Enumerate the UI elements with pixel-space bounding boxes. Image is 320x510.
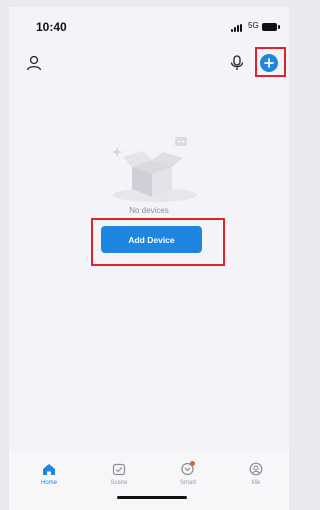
tab-me[interactable]: Me bbox=[226, 458, 286, 492]
home-icon bbox=[43, 464, 55, 475]
tab-scene[interactable]: Scene bbox=[89, 458, 149, 492]
empty-state-text: No devices bbox=[129, 206, 169, 215]
add-device-button[interactable]: Add Device bbox=[101, 226, 202, 253]
smart-icon bbox=[181, 461, 195, 476]
home-indicator bbox=[117, 496, 187, 499]
battery-icon bbox=[262, 23, 280, 31]
tab-smart[interactable]: Smart bbox=[158, 458, 218, 492]
highlight-box-add bbox=[255, 47, 286, 77]
phone-screen: 10:40 5G No devices Add Device Home Scen… bbox=[9, 7, 289, 510]
status-time: 10:40 bbox=[36, 20, 67, 34]
notification-badge bbox=[190, 461, 195, 466]
tab-scene-label: Scene bbox=[110, 480, 128, 486]
status-bar: 10:40 5G bbox=[9, 7, 289, 43]
scene-icon bbox=[112, 463, 126, 476]
tab-bar: Home Scene Smart Me bbox=[9, 450, 289, 510]
user-icon bbox=[26, 55, 42, 71]
tab-smart-label: Smart bbox=[179, 480, 196, 486]
empty-box-illustration bbox=[111, 137, 197, 202]
tab-home-label: Home bbox=[40, 480, 57, 486]
tab-me-label: Me bbox=[251, 480, 261, 486]
mic-icon bbox=[230, 55, 244, 70]
voice-button[interactable] bbox=[228, 53, 246, 73]
network-label: 5G bbox=[248, 21, 259, 30]
signal-icon bbox=[231, 24, 245, 32]
me-icon bbox=[249, 462, 263, 476]
profile-button[interactable] bbox=[25, 54, 43, 72]
tab-home[interactable]: Home bbox=[19, 458, 79, 492]
